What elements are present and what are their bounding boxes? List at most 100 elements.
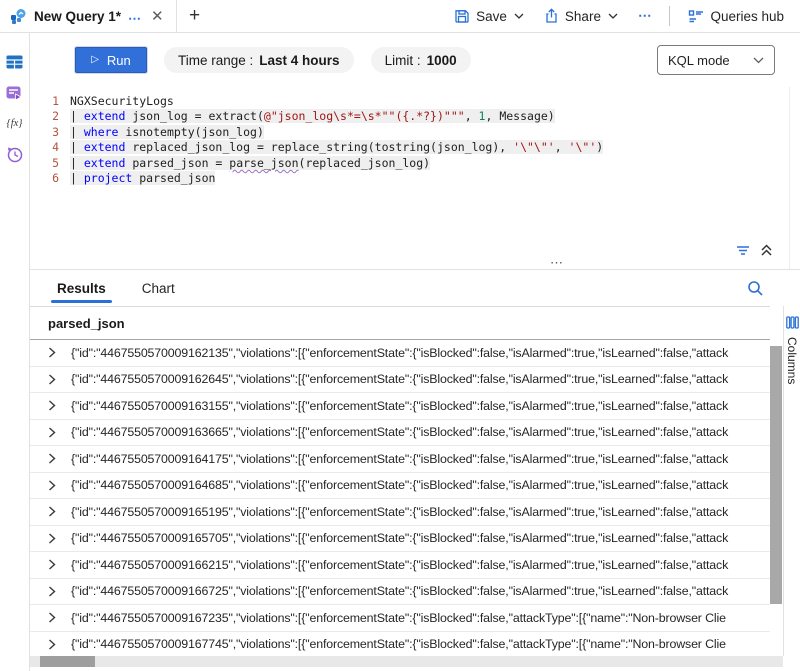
table-row[interactable]: {"id":"4467550570009165705","violations"… xyxy=(30,526,770,553)
column-header-parsed-json[interactable]: parsed_json xyxy=(30,306,770,340)
queries-hub-label: Queries hub xyxy=(710,9,784,24)
row-json-text: {"id":"4467550570009165195","violations"… xyxy=(71,505,770,519)
queries-hub-button[interactable]: Queries hub xyxy=(682,5,790,28)
panel-splitter-handle[interactable]: ⋯ xyxy=(550,255,564,271)
row-json-text: {"id":"4467550570009163665","violations"… xyxy=(71,425,770,439)
code-lines: 1NGXSecurityLogs2| extend json_log = ext… xyxy=(30,93,779,186)
table-row[interactable]: {"id":"4467550570009162645","violations"… xyxy=(30,367,770,394)
expand-row-chevron-icon[interactable] xyxy=(48,506,56,517)
row-json-text: {"id":"4467550570009162135","violations"… xyxy=(71,346,770,360)
expand-row-chevron-icon[interactable] xyxy=(48,453,56,464)
share-icon xyxy=(544,8,559,24)
time-range-picker[interactable]: Time range : Last 4 hours xyxy=(164,47,354,73)
run-label: Run xyxy=(107,53,131,68)
columns-panel-toggle[interactable]: Columns xyxy=(783,306,800,656)
materialized-view-icon[interactable] xyxy=(6,86,23,101)
code-line[interactable]: 1NGXSecurityLogs xyxy=(30,93,779,109)
table-row[interactable]: {"id":"4467550570009163665","violations"… xyxy=(30,420,770,447)
limit-value: 1000 xyxy=(427,53,457,68)
expand-row-chevron-icon[interactable] xyxy=(48,559,56,570)
row-json-text: {"id":"4467550570009163155","violations"… xyxy=(71,399,770,413)
tables-icon[interactable] xyxy=(6,55,23,69)
chevron-down-icon xyxy=(608,13,618,19)
share-label: Share xyxy=(565,9,601,24)
line-number: 3 xyxy=(30,125,70,139)
line-number: 4 xyxy=(30,140,70,154)
table-row[interactable]: {"id":"4467550570009163155","violations"… xyxy=(30,393,770,420)
tab-bar: New Query 1* ⋯ ✕ + Save xyxy=(0,0,800,33)
queries-hub-icon xyxy=(688,9,704,23)
row-json-text: {"id":"4467550570009165705","violations"… xyxy=(71,531,770,545)
adx-app-icon xyxy=(10,8,27,25)
expand-row-chevron-icon[interactable] xyxy=(48,400,56,411)
expand-row-chevron-icon[interactable] xyxy=(48,639,56,650)
results-panel: Results Chart parsed_json {"id":"4467550… xyxy=(30,269,800,671)
line-number: 6 xyxy=(30,171,70,185)
tab-title: New Query 1* xyxy=(34,9,121,24)
main-area: {fx} ▷ Run Time range : Last 4 hours Lim… xyxy=(0,33,800,671)
query-toolbar: ▷ Run Time range : Last 4 hours Limit : … xyxy=(30,33,800,87)
expand-row-chevron-icon[interactable] xyxy=(48,586,56,597)
chevron-down-icon xyxy=(514,13,524,19)
expand-row-chevron-icon[interactable] xyxy=(48,347,56,358)
search-icon[interactable] xyxy=(747,280,764,297)
query-history-icon[interactable] xyxy=(6,146,23,163)
divider xyxy=(669,6,670,26)
code-line[interactable]: 4| extend replaced_json_log = replace_st… xyxy=(30,140,779,156)
table-row[interactable]: {"id":"4467550570009165195","violations"… xyxy=(30,499,770,526)
expand-row-chevron-icon[interactable] xyxy=(48,480,56,491)
horizontal-scrollbar-thumb[interactable] xyxy=(40,656,95,667)
code-text: | extend parsed_json = parse_json(replac… xyxy=(70,156,430,170)
row-json-text: {"id":"4467550570009162645","violations"… xyxy=(71,372,770,386)
more-actions-button[interactable]: ⋯ xyxy=(632,4,658,28)
kql-mode-dropdown[interactable]: KQL mode xyxy=(657,45,775,75)
line-number: 2 xyxy=(30,109,70,123)
time-range-value: Last 4 hours xyxy=(259,53,339,68)
tab-close-icon[interactable]: ✕ xyxy=(149,7,166,26)
run-button[interactable]: ▷ Run xyxy=(75,47,147,73)
expand-row-chevron-icon[interactable] xyxy=(48,427,56,438)
query-editor[interactable]: 1NGXSecurityLogs2| extend json_log = ext… xyxy=(30,87,790,269)
collapse-editor-icon[interactable] xyxy=(760,244,773,257)
line-number: 5 xyxy=(30,156,70,170)
kql-mode-value: KQL mode xyxy=(668,53,730,68)
code-line[interactable]: 2| extend json_log = extract(@"json_log\… xyxy=(30,109,779,125)
vertical-scrollbar-thumb[interactable] xyxy=(770,346,782,604)
save-label: Save xyxy=(476,9,507,24)
share-button[interactable]: Share xyxy=(538,4,624,28)
table-row[interactable]: {"id":"4467550570009166725","violations"… xyxy=(30,579,770,606)
table-row[interactable]: {"id":"4467550570009167745","violations"… xyxy=(30,632,770,657)
line-number: 1 xyxy=(30,94,70,108)
view-settings-icon[interactable] xyxy=(736,244,753,257)
query-tab[interactable]: New Query 1* ⋯ ✕ xyxy=(0,0,177,32)
limit-picker[interactable]: Limit : 1000 xyxy=(371,47,471,73)
tab-results[interactable]: Results xyxy=(55,273,108,303)
save-button[interactable]: Save xyxy=(448,4,530,28)
code-line[interactable]: 6| project parsed_json xyxy=(30,171,779,187)
new-tab-button[interactable]: + xyxy=(177,0,212,32)
expand-row-chevron-icon[interactable] xyxy=(48,533,56,544)
functions-icon[interactable]: {fx} xyxy=(7,118,23,129)
limit-label: Limit : xyxy=(385,53,421,68)
vertical-scrollbar[interactable] xyxy=(770,306,783,656)
horizontal-scrollbar[interactable] xyxy=(30,656,783,667)
code-line[interactable]: 5| extend parsed_json = parse_json(repla… xyxy=(30,155,779,171)
table-row[interactable]: {"id":"4467550570009164175","violations"… xyxy=(30,446,770,473)
tab-more-icon[interactable]: ⋯ xyxy=(128,8,142,25)
chevron-down-icon xyxy=(753,57,764,64)
table-row[interactable]: {"id":"4467550570009162135","violations"… xyxy=(30,340,770,367)
table-row[interactable]: {"id":"4467550570009167235","violations"… xyxy=(30,605,770,632)
row-json-text: {"id":"4467550570009167745","violations"… xyxy=(71,637,770,651)
row-json-text: {"id":"4467550570009167235","violations"… xyxy=(71,611,770,625)
editor-corner-actions xyxy=(736,244,773,257)
save-icon xyxy=(454,8,470,24)
columns-icon xyxy=(786,316,799,329)
table-row[interactable]: {"id":"4467550570009166215","violations"… xyxy=(30,552,770,579)
tab-chart[interactable]: Chart xyxy=(140,273,177,303)
table-row[interactable]: {"id":"4467550570009164685","violations"… xyxy=(30,473,770,500)
code-text: NGXSecurityLogs xyxy=(70,94,174,108)
expand-row-chevron-icon[interactable] xyxy=(48,612,56,623)
results-grid: parsed_json {"id":"4467550570009162135",… xyxy=(30,306,800,656)
code-line[interactable]: 3| where isnotempty(json_log) xyxy=(30,124,779,140)
expand-row-chevron-icon[interactable] xyxy=(48,374,56,385)
